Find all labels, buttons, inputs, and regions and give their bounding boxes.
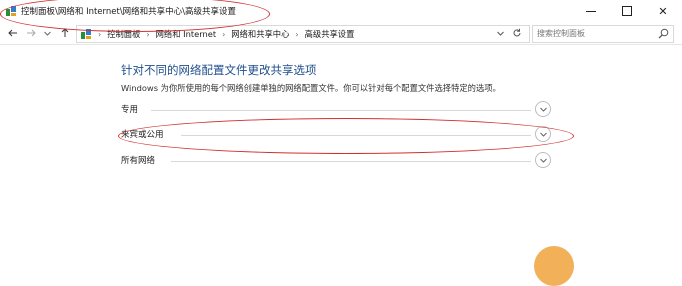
maximize-button[interactable] (610, 0, 644, 22)
up-button[interactable] (58, 25, 72, 41)
breadcrumb-separator-icon[interactable]: › (143, 30, 152, 39)
watermark-circle (534, 246, 574, 286)
refresh-icon (513, 28, 521, 37)
control-panel-icon (81, 29, 91, 39)
section-private[interactable]: 专用 (121, 101, 551, 117)
section-all-networks[interactable]: 所有网络 (121, 152, 551, 168)
section-divider (171, 161, 531, 162)
section-label: 来宾或公用 (121, 128, 168, 140)
watermark-logo (530, 240, 682, 286)
address-dropdown[interactable] (494, 25, 506, 41)
maximize-icon (622, 6, 632, 16)
breadcrumb-network-sharing-center[interactable]: 网络和共享中心 (228, 28, 292, 40)
search-icon[interactable] (658, 28, 669, 39)
recent-locations-dropdown[interactable] (40, 25, 54, 41)
expand-chevron-icon[interactable] (535, 126, 551, 142)
arrow-up-icon (61, 28, 69, 37)
page-description: Windows 为你所使用的每个网络创建单独的网络配置文件。你可以针对每个配置文… (121, 83, 501, 93)
close-button[interactable]: ✕ (646, 0, 680, 22)
refresh-button[interactable] (510, 25, 524, 41)
minimize-button[interactable] (574, 0, 608, 22)
chevron-down-icon (43, 31, 51, 36)
breadcrumb-separator-icon: › (98, 29, 102, 39)
breadcrumb: › 控制面板 › 网络和 Internet › 网络和共享中心 › 高级共享设置 (95, 28, 357, 40)
search-box[interactable] (532, 25, 674, 43)
breadcrumb-advanced-sharing[interactable]: 高级共享设置 (302, 28, 358, 40)
arrow-left-icon (8, 29, 17, 37)
section-divider (151, 110, 531, 111)
title-bar: 控制面板\网络和 Internet\网络和共享中心\高级共享设置 ✕ (0, 0, 682, 22)
navigation-bar: › 控制面板 › 网络和 Internet › 网络和共享中心 › 高级共享设置 (0, 22, 682, 45)
section-guest-public[interactable]: 来宾或公用 (121, 126, 551, 142)
chevron-down-icon (496, 31, 504, 36)
breadcrumb-separator-icon[interactable]: › (219, 30, 228, 39)
section-label: 专用 (121, 103, 143, 115)
back-button[interactable] (6, 25, 20, 41)
search-input[interactable] (533, 26, 653, 40)
forward-button[interactable] (24, 25, 38, 41)
expand-chevron-icon[interactable] (535, 152, 551, 168)
breadcrumb-network-internet[interactable]: 网络和 Internet (153, 28, 219, 40)
arrow-right-icon (27, 29, 36, 37)
breadcrumb-control-panel[interactable]: 控制面板 (104, 28, 143, 40)
section-divider (181, 135, 531, 136)
page-title: 针对不同的网络配置文件更改共享选项 (121, 63, 317, 77)
control-panel-icon (6, 6, 16, 16)
section-label: 所有网络 (121, 154, 160, 166)
window-title: 控制面板\网络和 Internet\网络和共享中心\高级共享设置 (21, 7, 237, 17)
minimize-icon (586, 10, 596, 12)
expand-chevron-icon[interactable] (535, 101, 551, 117)
breadcrumb-separator-icon[interactable]: › (292, 30, 301, 39)
address-bar[interactable]: › 控制面板 › 网络和 Internet › 网络和共享中心 › 高级共享设置 (76, 25, 530, 43)
